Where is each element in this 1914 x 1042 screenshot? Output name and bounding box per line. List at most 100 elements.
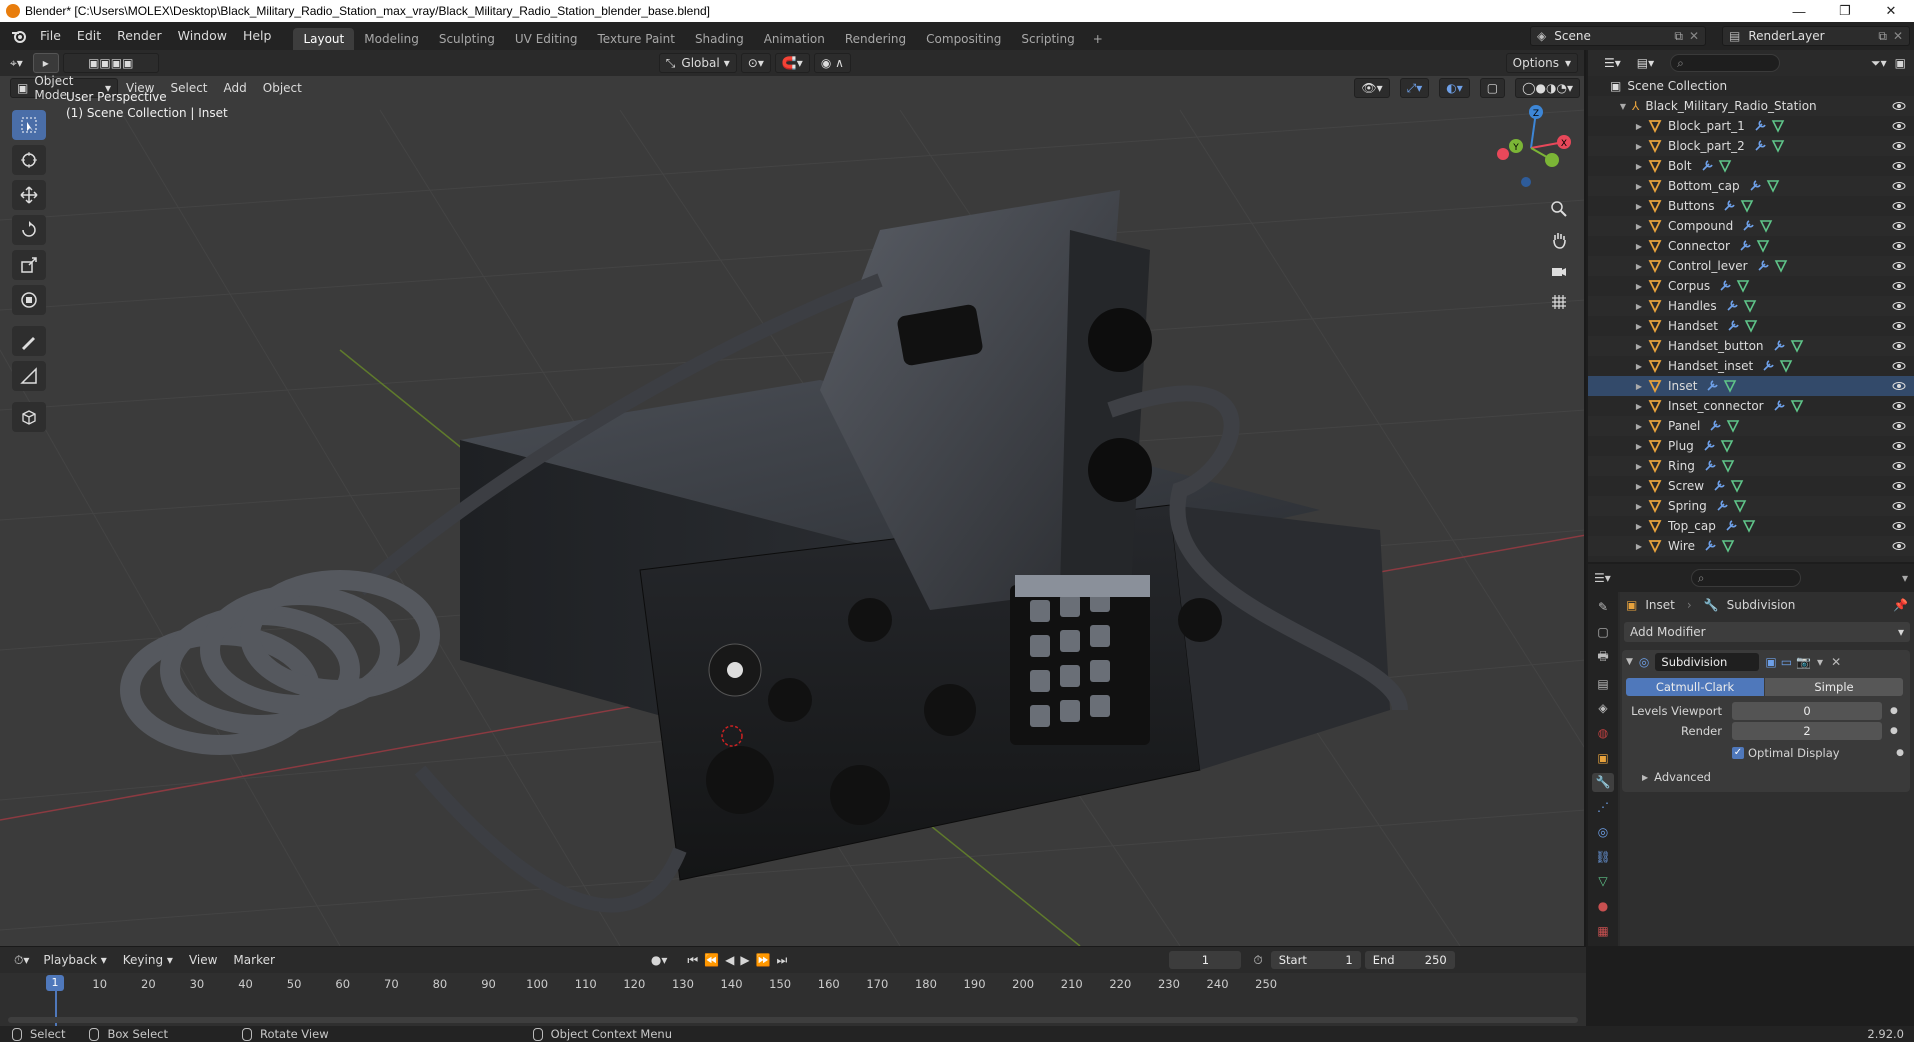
visibility-eye-icon[interactable] (1892, 519, 1906, 533)
view-layer-tab-icon[interactable]: ▤ (1592, 674, 1614, 693)
editor-type-button[interactable]: ⌖▾ (4, 53, 29, 73)
preview-range-icon[interactable]: ⏱ (1253, 953, 1262, 968)
modifier-wrench-icon[interactable] (1722, 199, 1736, 213)
render-tab-icon[interactable]: ▢ (1592, 623, 1614, 642)
display-mode-dropdown[interactable]: ▤▾ (1631, 53, 1660, 73)
mesh-data-icon[interactable] (1736, 279, 1750, 293)
visibility-eye-icon[interactable] (1892, 259, 1906, 273)
modifier-wrench-icon[interactable] (1753, 139, 1767, 153)
visibility-eye-icon[interactable] (1892, 539, 1906, 553)
annotate-tool[interactable] (12, 326, 46, 356)
camera-view-icon[interactable] (1546, 258, 1572, 284)
mesh-data-icon[interactable] (1721, 539, 1735, 553)
texture-tab-icon[interactable]: ▦ (1592, 921, 1614, 940)
current-frame-field[interactable]: 1 (1169, 951, 1242, 969)
visibility-eye-icon[interactable] (1892, 159, 1906, 173)
visibility-eye-icon[interactable] (1892, 299, 1906, 313)
scale-tool[interactable] (12, 250, 46, 280)
modifier-wrench-icon[interactable] (1772, 339, 1786, 353)
visibility-eye-icon[interactable] (1892, 419, 1906, 433)
select-mode-box[interactable]: ▸ (32, 53, 59, 73)
constraints-tab-icon[interactable]: ⛓ (1592, 847, 1614, 866)
outliner-row[interactable]: ▶ Bolt (1588, 156, 1914, 176)
expand-triangle-icon[interactable]: ▶ (1634, 442, 1644, 451)
panel-options-icon[interactable]: ▾ (1902, 571, 1908, 585)
expand-triangle-icon[interactable]: ▶ (1634, 382, 1644, 391)
proportional-edit-toggle[interactable]: ◉ ∧ (813, 53, 851, 73)
overlays-toggle-icon[interactable]: ◐▾ (1439, 78, 1470, 98)
outliner-row[interactable]: ▶ Bottom_cap (1588, 176, 1914, 196)
copy-layer-icon[interactable]: ⧉ (1878, 29, 1887, 44)
shading-modes-icon[interactable]: ◯●◑◔▾ (1515, 78, 1580, 98)
visibility-eye-icon[interactable] (1892, 379, 1906, 393)
outliner-row[interactable]: ▶ Connector (1588, 236, 1914, 256)
expand-triangle-icon[interactable]: ▶ (1634, 342, 1644, 351)
optimal-display-checkbox[interactable]: ✓ (1732, 747, 1744, 759)
modifier-wrench-icon[interactable] (1705, 379, 1719, 393)
new-collection-icon[interactable]: ▣ (1895, 56, 1906, 70)
render-layer-selector[interactable]: ▤ RenderLayer ⧉ ✕ (1722, 26, 1910, 46)
outliner-row[interactable]: ▶ Wire (1588, 536, 1914, 556)
keyframe-dot-icon[interactable]: ● (1890, 726, 1898, 736)
outliner-row[interactable]: ▶ Block_part_1 (1588, 116, 1914, 136)
remove-modifier-icon[interactable]: ✕ (1831, 655, 1841, 669)
outliner-row[interactable]: ▶ Control_lever (1588, 256, 1914, 276)
scene-tab-icon[interactable]: ◈ (1592, 699, 1614, 718)
expand-triangle-icon[interactable]: ▶ (1634, 162, 1644, 171)
data-tab-icon[interactable]: ▽ (1592, 872, 1614, 891)
collection-row[interactable]: ▼ ⅄ Black_Military_Radio_Station (1588, 96, 1914, 116)
remove-scene-icon[interactable]: ✕ (1689, 29, 1699, 43)
keyframe-dot-icon[interactable]: ● (1896, 748, 1904, 758)
modifier-tab-icon[interactable]: 🔧 (1592, 773, 1614, 792)
3d-viewport[interactable]: ⌖▾ ▸ ▣▣▣▣ ⤡ Global ▾ ⊙▾ 🧲▾ ◉ ∧ Options ▾… (0, 50, 1586, 946)
outliner-row[interactable]: ▶ Plug (1588, 436, 1914, 456)
modifier-wrench-icon[interactable] (1708, 419, 1722, 433)
measure-tool[interactable] (12, 361, 46, 391)
pan-hand-icon[interactable] (1546, 227, 1572, 253)
modifier-wrench-icon[interactable] (1738, 239, 1752, 253)
mesh-data-icon[interactable] (1790, 339, 1804, 353)
keying-menu[interactable]: Keying ▾ (115, 950, 181, 970)
visibility-eye-icon[interactable] (1892, 139, 1906, 153)
zoom-icon[interactable] (1546, 196, 1572, 222)
menu-edit[interactable]: Edit (69, 25, 109, 47)
tab-modeling[interactable]: Modeling (354, 28, 429, 50)
menu-add[interactable]: Add (216, 78, 255, 98)
mesh-data-icon[interactable] (1718, 159, 1732, 173)
selection-mode-buttons[interactable]: ▣▣▣▣ (62, 53, 159, 73)
transform-tool[interactable] (12, 285, 46, 315)
modifier-wrench-icon[interactable] (1761, 359, 1775, 373)
auto-keying-icon[interactable]: ●▾ (651, 953, 668, 967)
outliner-row[interactable]: ▶ Handset_inset (1588, 356, 1914, 376)
keyframe-dot-icon[interactable]: ● (1890, 706, 1898, 716)
end-frame-field[interactable]: End 250 (1364, 951, 1455, 969)
expand-triangle-icon[interactable]: ▶ (1634, 502, 1644, 511)
mesh-data-icon[interactable] (1730, 479, 1744, 493)
visibility-eye-icon[interactable] (1892, 439, 1906, 453)
mesh-data-icon[interactable] (1726, 419, 1740, 433)
cursor-tool[interactable] (12, 145, 46, 175)
expand-triangle-icon[interactable]: ▼ (1618, 102, 1628, 111)
mesh-data-icon[interactable] (1743, 299, 1757, 313)
add-cube-tool[interactable] (12, 402, 46, 432)
modifier-wrench-icon[interactable] (1772, 399, 1786, 413)
expand-triangle-icon[interactable]: ▶ (1634, 402, 1644, 411)
mesh-data-icon[interactable] (1723, 379, 1737, 393)
mesh-data-icon[interactable] (1779, 359, 1793, 373)
visibility-eye-icon[interactable] (1892, 119, 1906, 133)
expand-triangle-icon[interactable]: ▶ (1634, 262, 1644, 271)
add-modifier-dropdown[interactable]: Add Modifier ▾ (1624, 622, 1910, 642)
mesh-data-icon[interactable] (1740, 199, 1754, 213)
modifier-wrench-icon[interactable] (1724, 519, 1738, 533)
menu-window[interactable]: Window (170, 25, 235, 47)
mesh-data-icon[interactable] (1790, 399, 1804, 413)
modifier-wrench-icon[interactable] (1726, 319, 1740, 333)
advanced-subpanel[interactable]: ▶ Advanced (1622, 770, 1910, 784)
timeline-scrollbar[interactable] (8, 1017, 1578, 1023)
visibility-eye-icon[interactable] (1892, 499, 1906, 513)
timeline-editor-type[interactable]: ⏱▾ (8, 950, 35, 970)
modifier-name-input[interactable]: Subdivision (1655, 653, 1760, 671)
tab-sculpting[interactable]: Sculpting (429, 28, 505, 50)
pivot-point-dropdown[interactable]: ⊙▾ (740, 53, 771, 73)
modifier-wrench-icon[interactable] (1703, 459, 1717, 473)
